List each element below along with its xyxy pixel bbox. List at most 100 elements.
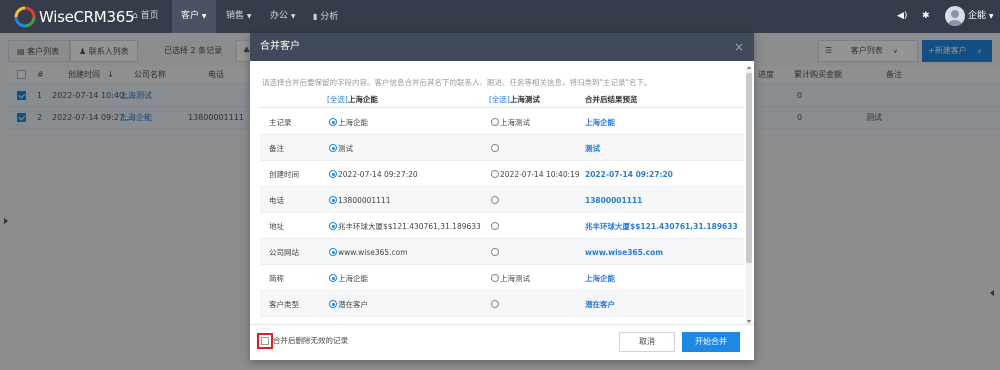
option-record-1[interactable]: 测试 [329, 135, 353, 161]
top-navbar: WiseCRM365 ⌂ 首页 客户 ▼ 销售 ▼ 办公 ▼ ▮ 分析 ◀) ✱… [0, 0, 1000, 33]
nav-analysis[interactable]: ▮ 分析 [313, 0, 353, 33]
nav-home[interactable]: ⌂ 首页 [132, 0, 172, 33]
option-record-1[interactable]: www.wise365.com [329, 239, 408, 265]
option-record-1[interactable]: 2022-07-14 09:27:20 [329, 161, 418, 187]
avatar[interactable] [945, 6, 965, 26]
logo[interactable]: WiseCRM365 [14, 6, 134, 28]
radio-selected[interactable] [329, 300, 337, 308]
field-name: 主记录 [269, 117, 292, 127]
caret-down-icon: ▼ [201, 13, 207, 20]
radio-selected[interactable] [329, 144, 337, 152]
nav-sales[interactable]: 销售 ▼ [226, 0, 266, 33]
radio[interactable] [491, 196, 499, 204]
nav-home-label: 首页 [140, 11, 159, 21]
option-value: 潜在客户 [338, 299, 368, 309]
option-value: 13800001111 [338, 195, 391, 205]
radio-selected[interactable] [329, 170, 337, 178]
nav-office-label: 办公 [270, 11, 289, 21]
result-value: www.wise365.com [585, 247, 664, 257]
option-record-1[interactable]: 潜在客户 [329, 291, 368, 317]
merge-row: 电话 13800001111 13800001111 [260, 187, 744, 213]
col-record-2-label: 上海测试 [509, 95, 540, 104]
dialog-scrollbar-thumb[interactable] [746, 73, 752, 263]
option-value: 上海企能 [338, 273, 368, 283]
option-record-2[interactable] [491, 291, 500, 317]
merge-row: 备注 测试 测试 [260, 135, 744, 161]
nav-office[interactable]: 办公 ▼ [270, 0, 310, 33]
field-name: 备注 [269, 143, 284, 153]
field-name: 电话 [269, 195, 284, 205]
option-record-2[interactable] [491, 187, 500, 213]
option-record-1[interactable]: 上海企能 [329, 109, 368, 135]
result-value: 潜在客户 [585, 299, 615, 309]
option-value: 2022-07-14 09:27:20 [338, 169, 418, 179]
merge-row: 创建时间 2022-07-14 09:27:20 2022-07-14 10:4… [260, 161, 744, 187]
volume-icon[interactable]: ◀) [897, 0, 907, 33]
col-record-2-header: [全选]上海测试 [489, 91, 540, 108]
merge-row: 公司网站 www.wise365.com www.wise365.com [260, 239, 744, 265]
select-all-record-1[interactable]: [全选] [327, 95, 348, 104]
logo-icon [14, 6, 36, 28]
delete-invalid-checkbox[interactable] [261, 337, 269, 345]
option-record-2[interactable]: 上海测试 [491, 109, 530, 135]
option-value: www.wise365.com [338, 247, 408, 257]
dialog-title: 合并客户 [260, 41, 300, 52]
option-record-2[interactable]: 上海测试 [491, 265, 530, 291]
radio[interactable] [491, 118, 499, 126]
radio[interactable] [491, 144, 499, 152]
option-record-2[interactable] [491, 239, 500, 265]
radio[interactable] [491, 248, 499, 256]
merge-row: 地址 兆丰环球大厦$$121.430761,31.189633 兆丰环球大厦$$… [260, 213, 744, 239]
radio[interactable] [491, 300, 499, 308]
merge-row: 客户类型 潜在客户 潜在客户 [260, 291, 744, 317]
field-name: 客户类型 [269, 299, 299, 309]
option-record-2[interactable] [491, 135, 500, 161]
option-value: 兆丰环球大厦$$121.430761,31.189633 [338, 221, 481, 231]
close-icon[interactable]: × [734, 33, 744, 61]
cancel-button[interactable]: 取消 [619, 332, 675, 352]
result-value: 上海企能 [585, 117, 615, 127]
col-result-header: 合并后结果预览 [585, 95, 638, 104]
scroll-up-icon[interactable] [747, 66, 751, 69]
field-name: 地址 [269, 221, 284, 231]
field-name: 创建时间 [269, 169, 299, 179]
merge-row: 简称 上海企能 上海测试 上海企能 [260, 265, 744, 291]
nav-customers-label: 客户 [181, 11, 200, 21]
option-record-2[interactable] [491, 213, 500, 239]
expand-right-icon[interactable] [990, 290, 994, 296]
radio-selected[interactable] [329, 196, 337, 204]
radio-selected[interactable] [329, 248, 337, 256]
radio-selected[interactable] [329, 222, 337, 230]
option-record-2[interactable]: 2022-07-14 10:40:19 [491, 161, 580, 187]
field-name: 简称 [269, 273, 284, 283]
start-merge-button[interactable]: 开始合并 [682, 332, 740, 352]
option-value: 上海测试 [500, 273, 530, 283]
dialog-header: 合并客户 × [250, 33, 754, 61]
radio[interactable] [491, 222, 499, 230]
merge-row: 主记录 上海企能 上海测试 上海企能 [260, 109, 744, 135]
option-record-1[interactable]: 兆丰环球大厦$$121.430761,31.189633 [329, 213, 481, 239]
result-value: 上海企能 [585, 273, 615, 283]
radio-selected[interactable] [329, 274, 337, 282]
caret-down-icon: ▼ [988, 13, 994, 20]
user-menu[interactable]: 企能 ▼ [968, 0, 994, 33]
result-value: 兆丰环球大厦$$121.430761,31.189633 [585, 221, 738, 231]
gear-icon[interactable]: ✱ [922, 0, 930, 33]
result-value: 2022-07-14 09:27:20 [585, 169, 673, 179]
nav-analysis-label: 分析 [320, 12, 339, 22]
radio[interactable] [491, 170, 499, 178]
scroll-down-icon[interactable] [747, 320, 751, 323]
nav-customers[interactable]: 客户 ▼ [172, 0, 216, 33]
option-value: 2022-07-14 10:40:19 [500, 169, 580, 179]
option-record-1[interactable]: 13800001111 [329, 187, 391, 213]
radio[interactable] [491, 274, 499, 282]
option-value: 上海企能 [338, 117, 368, 127]
radio-selected[interactable] [329, 118, 337, 126]
option-record-1[interactable]: 上海企能 [329, 265, 368, 291]
expand-left-icon[interactable] [4, 218, 8, 224]
option-value: 测试 [338, 143, 353, 153]
select-all-record-2[interactable]: [全选] [489, 95, 510, 104]
merge-hint: 请选择合并后要保留的字段内容。客户信息合并后其名下的联系人、跟进、任务等相关信息… [262, 78, 652, 87]
delete-invalid-label[interactable]: 合并后删除无效的记录 [273, 334, 348, 348]
option-value: 上海测试 [500, 117, 530, 127]
